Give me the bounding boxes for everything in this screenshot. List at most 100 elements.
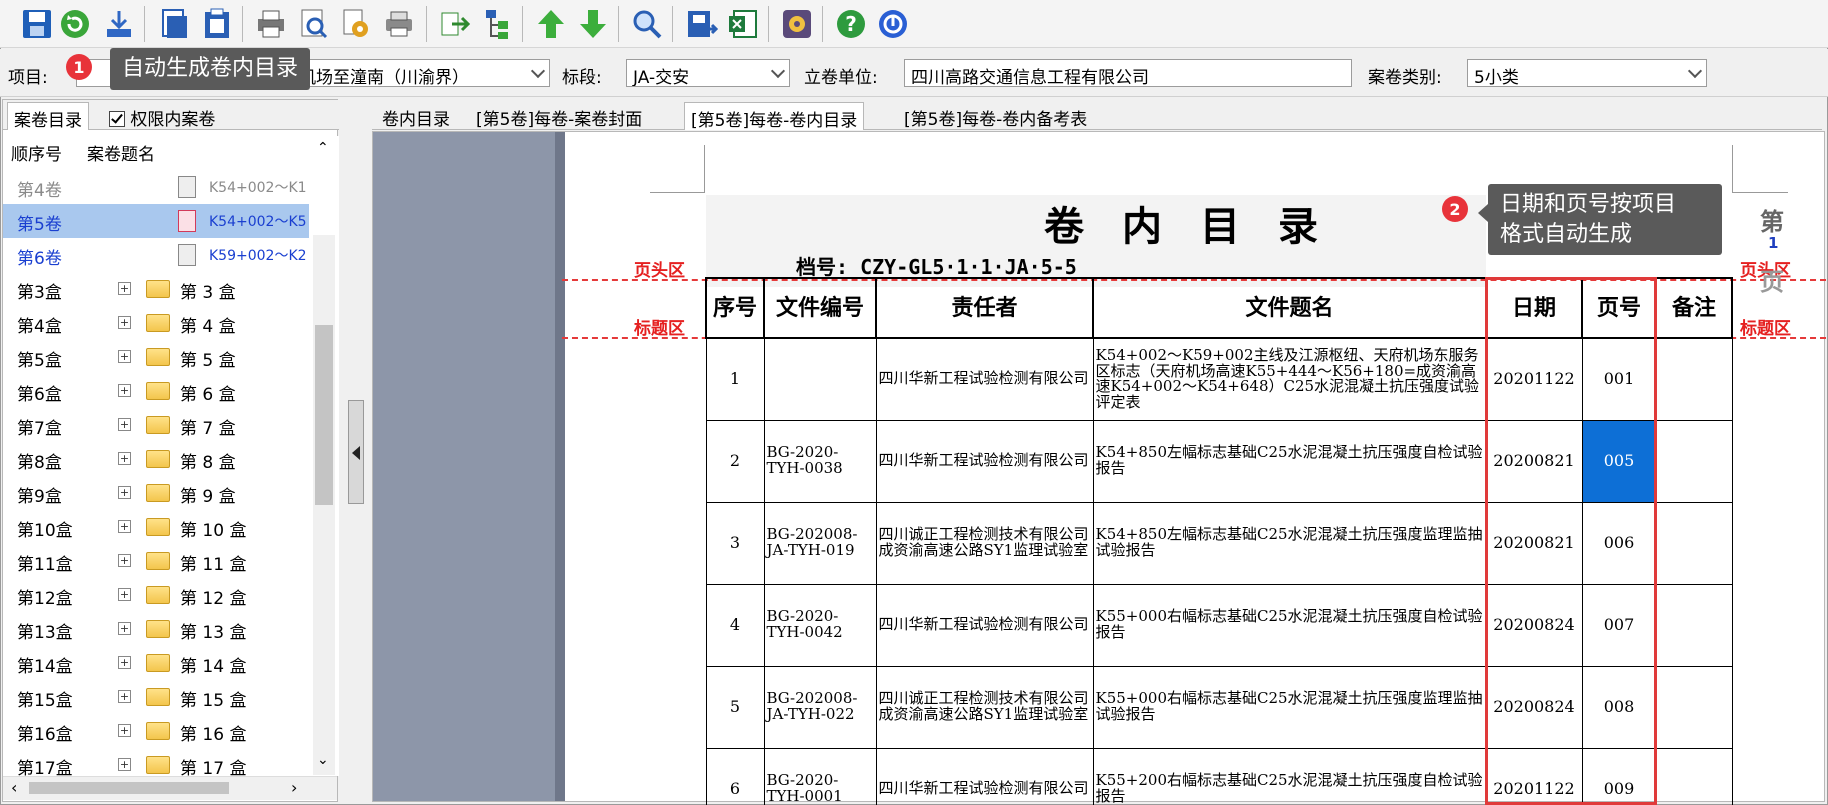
paste-icon[interactable] (198, 5, 236, 43)
tree-row[interactable]: 第6盒 + 第 6 盒 (3, 374, 309, 408)
tab-inner-catalog[interactable]: [第5卷]每卷-卷内目录 (684, 102, 865, 131)
printer-icon[interactable] (380, 5, 418, 43)
copy-icon[interactable] (155, 5, 193, 43)
tree-row-seq: 第8盒 (17, 453, 62, 473)
section-value: JA-交安 (633, 68, 690, 87)
folder-icon (146, 382, 170, 400)
expand-icon[interactable]: + (118, 690, 131, 703)
archive-tree: 顺序号 案卷题名 第4卷 K54+002～K1 第5卷 K54+002～K5 第6卷 K5… (3, 136, 339, 776)
tab-remarks[interactable]: [第5卷]每卷-卷内备考表 (898, 102, 1093, 130)
expand-icon[interactable]: + (118, 418, 131, 431)
expand-icon[interactable]: + (118, 350, 131, 363)
vertical-scrollbar[interactable] (313, 235, 335, 775)
export-icon[interactable] (436, 5, 474, 43)
move-up-icon[interactable] (532, 5, 570, 43)
refresh-icon[interactable] (56, 5, 94, 43)
cell-seq: 5 (705, 665, 765, 749)
expand-icon[interactable]: + (118, 486, 131, 499)
unit-input[interactable]: 四川高路交通信息工程有限公司 (904, 59, 1352, 88)
tree-row[interactable]: 第10盒 + 第 10 盒 (3, 510, 309, 544)
tree-row-seq: 第6卷 (17, 249, 62, 269)
section-select[interactable]: JA-交安 (626, 59, 790, 87)
download-icon[interactable] (100, 5, 138, 43)
tree-row[interactable]: 第14盒 + 第 14 盒 (3, 646, 309, 680)
expand-icon[interactable]: + (118, 316, 131, 329)
cell-owner: 四川华新工程试验检测有限公司 (875, 337, 1094, 421)
help-icon[interactable]: ? (832, 5, 870, 43)
table-row[interactable]: 6 BG-2020-TYH-0001 四川华新工程试验检测有限公司 K55+200右幅… (705, 747, 1733, 805)
tab-archive-catalog[interactable]: 案卷目录 (7, 102, 89, 131)
cell-seq: 2 (705, 419, 765, 503)
table-row[interactable]: 1 四川华新工程试验检测有限公司 K54+002～K59+002主线及江源枢纽、天府… (705, 337, 1733, 421)
tree-row[interactable]: 第7盒 + 第 7 盒 (3, 408, 309, 442)
tree-row[interactable]: 第12盒 + 第 12 盒 (3, 578, 309, 612)
info-icon[interactable] (874, 5, 912, 43)
cell-page[interactable]: 005 (1581, 419, 1657, 503)
cell-page[interactable]: 008 (1581, 665, 1657, 749)
tree-row[interactable]: 第5卷 K54+002～K5 (3, 204, 309, 238)
permission-checkbox[interactable]: 权限内案卷 (103, 102, 221, 130)
settings-doc-icon[interactable] (336, 5, 374, 43)
search-icon[interactable] (628, 5, 666, 43)
tree-row[interactable]: 第4盒 + 第 4 盒 (3, 306, 309, 340)
tree-row[interactable]: 第13盒 + 第 13 盒 (3, 612, 309, 646)
cell-page[interactable]: 001 (1581, 337, 1657, 421)
panel-splitter[interactable] (348, 400, 364, 504)
tree-row[interactable]: 第3盒 + 第 3 盒 (3, 272, 309, 306)
gear-icon[interactable] (778, 5, 816, 43)
header-date: 日期 (1485, 277, 1583, 339)
save-icon[interactable] (18, 5, 56, 43)
tree-row[interactable]: 第15盒 + 第 15 盒 (3, 680, 309, 714)
table-row[interactable]: 5 BG-202008-JA-TYH-022 四川诚正工程检测技术有限公司成资渝高速… (705, 665, 1733, 749)
table-row[interactable]: 2 BG-2020-TYH-0038 四川华新工程试验检测有限公司 K54+850左幅… (705, 419, 1733, 503)
horizontal-scroll-thumb[interactable] (29, 782, 229, 794)
expand-icon[interactable]: + (118, 554, 131, 567)
table-row[interactable]: 4 BG-2020-TYH-0042 四川华新工程试验检测有限公司 K55+000右幅… (705, 583, 1733, 667)
cell-page[interactable]: 007 (1581, 583, 1657, 667)
expand-icon[interactable]: + (118, 282, 131, 295)
expand-icon[interactable]: + (118, 452, 131, 465)
expand-icon[interactable]: + (118, 724, 131, 737)
tree-row[interactable]: 第16盒 + 第 16 盒 (3, 714, 309, 748)
folder-icon (146, 314, 170, 332)
expand-icon[interactable]: + (118, 384, 131, 397)
excel-icon[interactable] (724, 5, 762, 43)
scroll-up-icon[interactable]: ⌃ (317, 140, 329, 156)
corner-mark (650, 145, 705, 193)
tree-row[interactable]: 第17盒 + 第 17 盒 (3, 748, 309, 776)
print-icon[interactable] (252, 5, 290, 43)
category-select[interactable]: 5小类 (1467, 59, 1707, 87)
expand-icon[interactable]: + (118, 588, 131, 601)
archive-tree-panel: 案卷目录 权限内案卷 顺序号 案卷题名 第4卷 K54+002～K1 第5卷 K54+… (2, 99, 339, 802)
collapse-arrow-icon[interactable] (352, 446, 360, 460)
tree-row[interactable]: 第4卷 K54+002～K1 (3, 170, 309, 204)
print-preview-icon[interactable] (294, 5, 332, 43)
tab-cover[interactable]: [第5卷]每卷-案卷封面 (470, 102, 648, 130)
scroll-down-icon[interactable]: ⌄ (317, 752, 329, 768)
import-icon[interactable] (682, 5, 720, 43)
expand-icon[interactable]: + (118, 520, 131, 533)
cell-title: K55+000右幅标志基础C25水泥混凝土抗压强度监理监抽试验报告 (1092, 665, 1487, 749)
tree-row[interactable]: 第9盒 + 第 9 盒 (3, 476, 309, 510)
tree-row[interactable]: 第6卷 K59+002～K2 (3, 238, 309, 272)
cell-page[interactable]: 009 (1581, 747, 1657, 805)
project-value: 机场至潼南（川渝界） (299, 68, 469, 87)
vertical-scroll-thumb[interactable] (315, 325, 333, 505)
tree-row[interactable]: 第8盒 + 第 8 盒 (3, 442, 309, 476)
scroll-left-icon[interactable]: ‹ (11, 778, 17, 797)
archive-number: 档号: CZY-GL5·1·1·JA·5-5 (796, 255, 1077, 279)
cell-seq: 1 (705, 337, 765, 421)
tree-row[interactable]: 第5盒 + 第 5 盒 (3, 340, 309, 374)
scroll-right-icon[interactable]: › (291, 778, 297, 797)
expand-icon[interactable]: + (118, 758, 131, 771)
cell-page[interactable]: 006 (1581, 501, 1657, 585)
table-row[interactable]: 3 BG-202008-JA-TYH-019 四川诚正工程检测技术有限公司成资渝高速… (705, 501, 1733, 585)
expand-icon[interactable]: + (118, 656, 131, 669)
tree-row[interactable]: 第11盒 + 第 11 盒 (3, 544, 309, 578)
tree-row-seq: 第17盒 (17, 759, 73, 776)
tab-catalog[interactable]: 卷内目录 (376, 102, 456, 130)
tree-row-title: 第 14 盒 (180, 657, 247, 677)
expand-icon[interactable]: + (118, 622, 131, 635)
move-down-icon[interactable] (574, 5, 612, 43)
tree-icon[interactable] (478, 5, 516, 43)
